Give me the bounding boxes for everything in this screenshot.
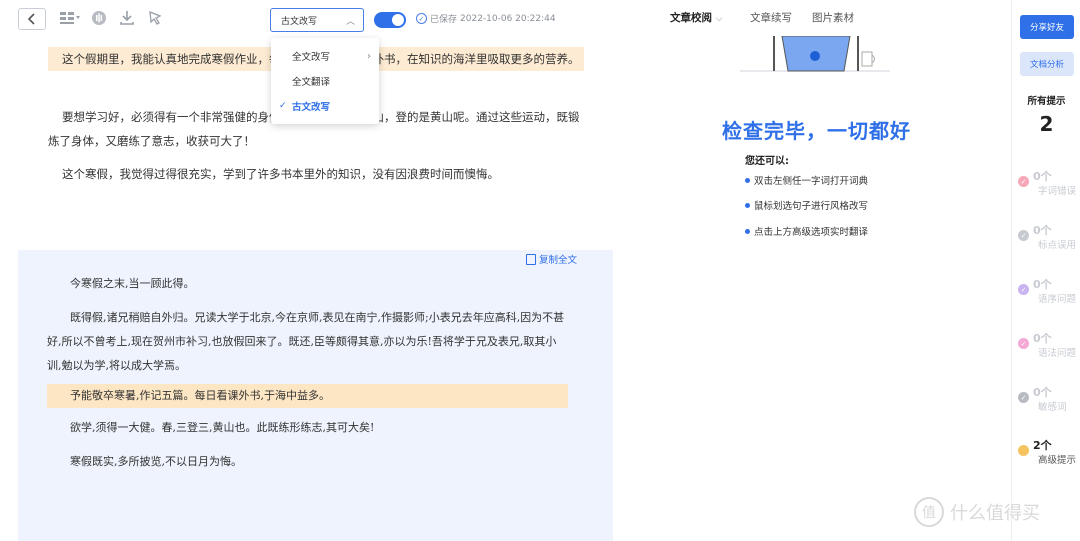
category-count: 2个 xyxy=(1033,439,1052,452)
copy-all-label: 复制全文 xyxy=(539,255,578,266)
check-badge-icon: ✓ xyxy=(1018,338,1029,349)
tip-item: 点击上方高级选项实时翻译 xyxy=(745,224,868,238)
category-punctuation[interactable]: ✓ 0个 标点误用 xyxy=(1018,222,1080,252)
app-root: 古文改写 ︿ ✓ 已保存 2022-10-06 20:22:44 这个假期里，我… xyxy=(0,0,1080,541)
tab-article-review[interactable]: 文章校阅 ⌵ xyxy=(670,10,722,25)
category-count: 0个 xyxy=(1033,278,1052,291)
check-icon: ✓ xyxy=(279,101,287,111)
watermark-text: 什么值得买 xyxy=(950,503,1040,524)
save-status: ✓ 已保存 2022-10-06 20:22:44 xyxy=(416,12,556,25)
category-word-order[interactable]: ✓ 0个 语序问题 xyxy=(1018,276,1080,306)
check-circle-icon: ✓ xyxy=(416,13,427,24)
paragraph[interactable]: 寒假既实,多所披览,不以日月为悔。 xyxy=(70,450,242,474)
category-advanced[interactable]: 2个 高级提示 xyxy=(1018,437,1080,467)
check-badge-icon: ✓ xyxy=(1018,230,1029,241)
menu-item-full-rewrite[interactable]: 全文改写 › xyxy=(271,44,379,68)
chevron-left-icon xyxy=(27,13,35,25)
chevron-right-icon: › xyxy=(367,50,371,62)
bullet-dot-icon xyxy=(745,202,750,208)
toggle-knob xyxy=(392,14,404,26)
layout-menu-icon[interactable] xyxy=(58,10,82,26)
all-tips-count: 2 xyxy=(1039,112,1054,136)
menu-item-full-translate[interactable]: 全文翻译 xyxy=(271,69,379,93)
menu-item-label: 全文改写 xyxy=(292,52,331,63)
editor-toolbar: 古文改写 ︿ ✓ 已保存 2022-10-06 20:22:44 xyxy=(0,0,613,36)
menu-item-classical-rewrite[interactable]: ✓ 古文改写 xyxy=(271,94,379,118)
paragraph[interactable]: 今寒假之末,当一顾此得。 xyxy=(70,272,195,296)
paragraph[interactable]: 欲学,须得一大健。春,三登三,黄山也。此既练形练志,其可大矣! xyxy=(70,416,374,440)
bullet-dot-icon xyxy=(745,228,750,234)
saved-time: 2022-10-06 20:22:44 xyxy=(460,13,556,24)
tip-text: 点击上方高级选项实时翻译 xyxy=(754,227,869,238)
all-tips-label: 所有提示 xyxy=(1027,96,1066,107)
tab-image-material[interactable]: 图片素材 xyxy=(812,10,854,25)
category-label: 字词错误 xyxy=(1038,186,1077,197)
category-label: 标点误用 xyxy=(1038,240,1077,251)
menu-item-label: 古文改写 xyxy=(292,102,331,113)
mode-select[interactable]: 古文改写 ︿ xyxy=(270,8,364,32)
tips-heading: 您还可以: xyxy=(745,156,789,167)
download-icon[interactable] xyxy=(118,10,136,26)
check-complete-title: 检查完毕，一切都好 xyxy=(722,119,911,143)
tip-text: 双击左侧任一字词打开词典 xyxy=(754,176,869,187)
share-friends-button[interactable]: 分享好友 xyxy=(1020,15,1074,39)
category-count: 0个 xyxy=(1033,170,1052,183)
category-label: 语序问题 xyxy=(1038,294,1077,305)
dot-badge-icon xyxy=(1018,445,1029,456)
rewritten-document[interactable]: 复制全文 今寒假之末,当一顾此得。 既得假,诸兄稍赔自外归。兄读大学于北京,今在… xyxy=(18,250,613,541)
tip-item: 鼠标划选句子进行风格改写 xyxy=(745,198,868,212)
category-count: 0个 xyxy=(1033,332,1052,345)
category-grammar[interactable]: ✓ 0个 语法问题 xyxy=(1018,330,1080,360)
mode-select-value: 古文改写 xyxy=(281,16,318,27)
tab-label: 文章续写 xyxy=(750,12,792,24)
tip-item: 双击左侧任一字词打开词典 xyxy=(745,173,868,187)
category-count: 0个 xyxy=(1033,224,1052,237)
check-complete-illustration xyxy=(740,36,890,72)
category-count: 0个 xyxy=(1033,386,1052,399)
chevron-up-icon: ︿ xyxy=(345,17,355,27)
bullet-dot-icon xyxy=(745,177,750,183)
check-badge-icon: ✓ xyxy=(1018,176,1029,187)
check-badge-icon: ✓ xyxy=(1018,284,1029,295)
back-button[interactable] xyxy=(18,8,46,30)
category-label: 敏感词 xyxy=(1038,402,1067,413)
paragraph[interactable]: 既得假,诸兄稍赔自外归。兄读大学于北京,今在京师,表见在南宁,作摄影师;小表兄去… xyxy=(47,306,567,378)
pointer-select-icon[interactable] xyxy=(147,10,165,26)
category-label: 语法问题 xyxy=(1038,348,1077,359)
tab-label: 文章校阅 xyxy=(670,12,712,24)
watermark-logo-icon: 值 xyxy=(914,497,944,527)
feature-toggle[interactable] xyxy=(374,12,406,28)
paragraph-highlighted[interactable]: 予能敬卒寒暑,作记五篇。每日看课外书,于海中益多。 xyxy=(47,384,568,408)
copy-icon xyxy=(526,253,536,265)
copy-all-button[interactable]: 复制全文 xyxy=(526,252,577,266)
check-badge-icon: ✓ xyxy=(1018,392,1029,403)
category-label: 高级提示 xyxy=(1038,455,1077,466)
saved-label: 已保存 xyxy=(430,15,458,25)
site-watermark: 值 什么值得买 xyxy=(914,497,1040,527)
mode-dropdown-menu: 全文改写 › 全文翻译 ✓ 古文改写 xyxy=(271,38,379,124)
category-sensitive[interactable]: ✓ 0个 敏感词 xyxy=(1018,384,1080,414)
stats-sidebar: 分享好友 文档分析 所有提示 2 ✓ 0个 字词错误 ✓ 0个 标点误用 ✓ 0… xyxy=(1011,0,1080,541)
category-typo[interactable]: ✓ 0个 字词错误 xyxy=(1018,168,1080,198)
paragraph[interactable]: 这个寒假，我觉得过得很充实，学到了许多书本里外的知识，没有因浪费时间而懊悔。 xyxy=(48,162,584,186)
tip-text: 鼠标划选句子进行风格改写 xyxy=(754,201,869,212)
voice-icon[interactable] xyxy=(90,10,108,26)
chevron-down-icon: ⌵ xyxy=(715,14,723,24)
tab-article-continue[interactable]: 文章续写 xyxy=(750,10,792,25)
tab-label: 图片素材 xyxy=(812,12,854,24)
document-analysis-button[interactable]: 文档分析 xyxy=(1020,52,1074,76)
menu-item-label: 全文翻译 xyxy=(292,77,331,88)
